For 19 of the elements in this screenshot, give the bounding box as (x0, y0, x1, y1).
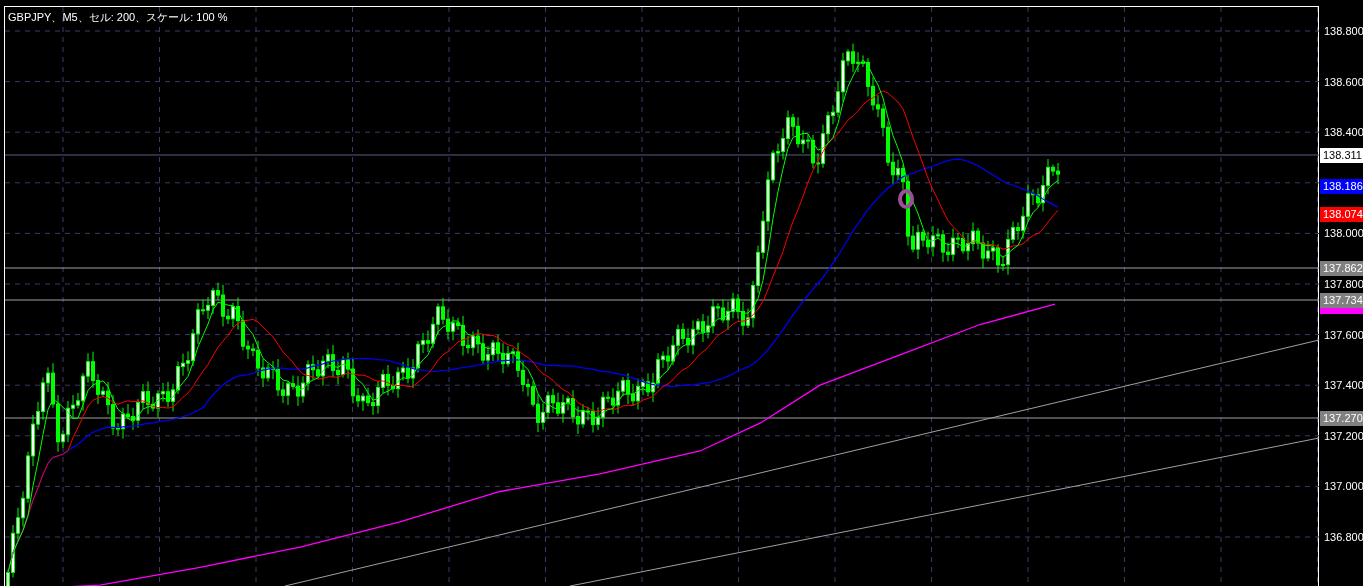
circle-marker (898, 189, 914, 209)
price-tag: 137.734 (1320, 292, 1363, 308)
price-tick-label: 137.000 (1323, 480, 1363, 493)
price-tag: 137.270 (1320, 410, 1363, 426)
price-tag: 137.862 (1320, 260, 1363, 276)
indicator-marker (1320, 308, 1363, 314)
price-tick-label: 138.400 (1323, 126, 1363, 139)
price-tick-label: 137.800 (1323, 277, 1363, 290)
chart-title: GBPJPY、M5、セル: 200、スケール: 100 % (8, 10, 228, 25)
price-tag: 138.074 (1320, 206, 1363, 222)
price-tick-label: 137.400 (1323, 379, 1363, 392)
price-tick-label: 138.000 (1323, 227, 1363, 240)
price-tick-label: 138.600 (1323, 75, 1363, 88)
price-tag: 138.186 (1320, 178, 1363, 194)
price-tick-label: 137.600 (1323, 328, 1363, 341)
price-tag: 138.311 (1320, 147, 1363, 163)
price-tick-label: 136.800 (1323, 530, 1363, 543)
price-tick-label: 138.800 (1323, 25, 1363, 37)
price-tick-label: 137.200 (1323, 429, 1363, 442)
